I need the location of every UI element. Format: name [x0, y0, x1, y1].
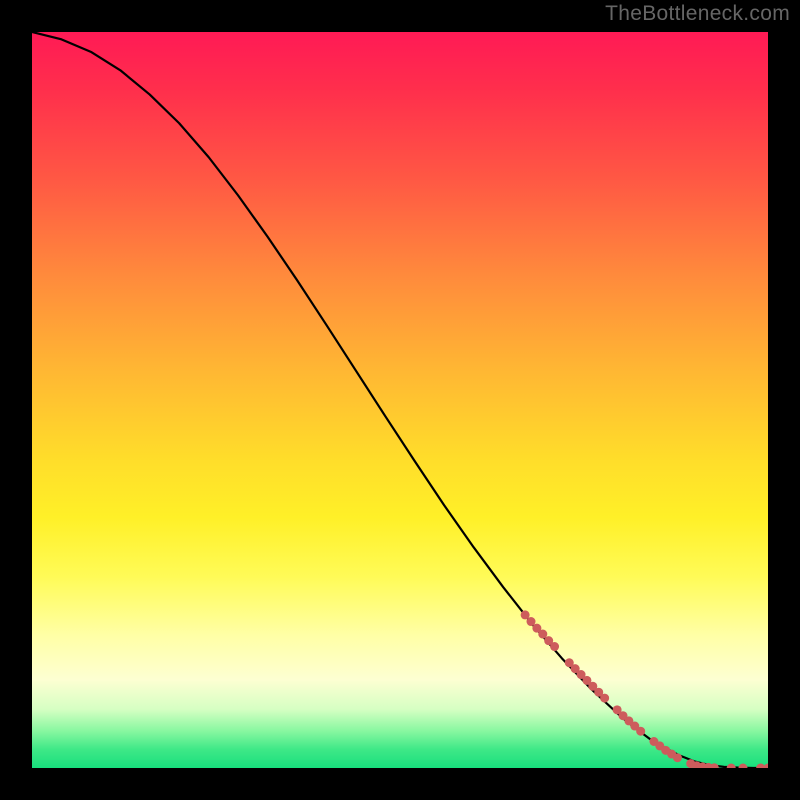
data-marker — [673, 753, 682, 762]
data-marker — [600, 694, 609, 703]
curve-line — [32, 32, 768, 768]
plot-area — [32, 32, 768, 768]
chart-overlay-svg — [32, 32, 768, 768]
data-marker — [727, 764, 736, 769]
data-marker — [738, 764, 747, 769]
data-marker — [764, 764, 769, 769]
chart-stage: TheBottleneck.com — [0, 0, 800, 800]
watermark-text: TheBottleneck.com — [605, 2, 790, 26]
data-marker — [550, 642, 559, 651]
data-marker — [636, 727, 645, 736]
data-markers — [521, 610, 768, 768]
